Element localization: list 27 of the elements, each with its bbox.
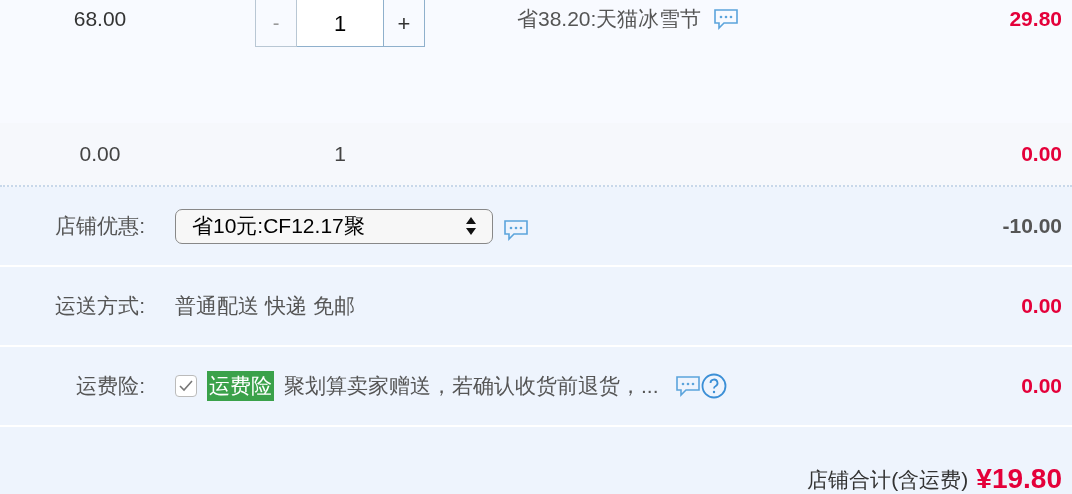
amount-text: 0.00 — [1021, 141, 1062, 168]
tag-label: 运费险 — [207, 371, 274, 401]
check-icon — [179, 380, 193, 392]
total-amount: ¥19.80 — [976, 463, 1062, 494]
caret-icon — [466, 217, 476, 235]
total-label: 店铺合计(含运费) — [807, 466, 969, 493]
description-text: 聚划算卖家赠送，若确认收货前退货，... — [284, 373, 659, 400]
amount-text: -10.00 — [1002, 213, 1062, 240]
amount-text: 0.00 — [1021, 373, 1062, 400]
amount-text: 29.80 — [1009, 6, 1062, 32]
promotion-text: 省38.20:天猫冰雪节 — [517, 6, 702, 32]
increment-button[interactable]: + — [383, 0, 425, 47]
amount-text: 0.00 — [1021, 293, 1062, 320]
shipping-method-text: 普通配送 快递 免邮 — [175, 293, 355, 320]
price-text: 0.00 — [78, 141, 122, 168]
chat-icon[interactable] — [503, 219, 529, 241]
chat-icon[interactable] — [713, 7, 740, 30]
field-label: 运送方式: — [54, 293, 146, 320]
checkbox[interactable] — [175, 375, 197, 397]
chat-icon[interactable] — [674, 375, 701, 397]
quantity-text: 1 — [333, 141, 347, 168]
field-label: 运费险: — [75, 373, 146, 400]
quantity-field[interactable]: 1 — [297, 0, 383, 47]
price-text: 68.00 — [72, 6, 128, 32]
discount-select[interactable]: 省10元:CF12.17聚 — [175, 208, 493, 244]
help-icon[interactable] — [700, 373, 727, 399]
field-label: 店铺优惠: — [54, 213, 146, 240]
